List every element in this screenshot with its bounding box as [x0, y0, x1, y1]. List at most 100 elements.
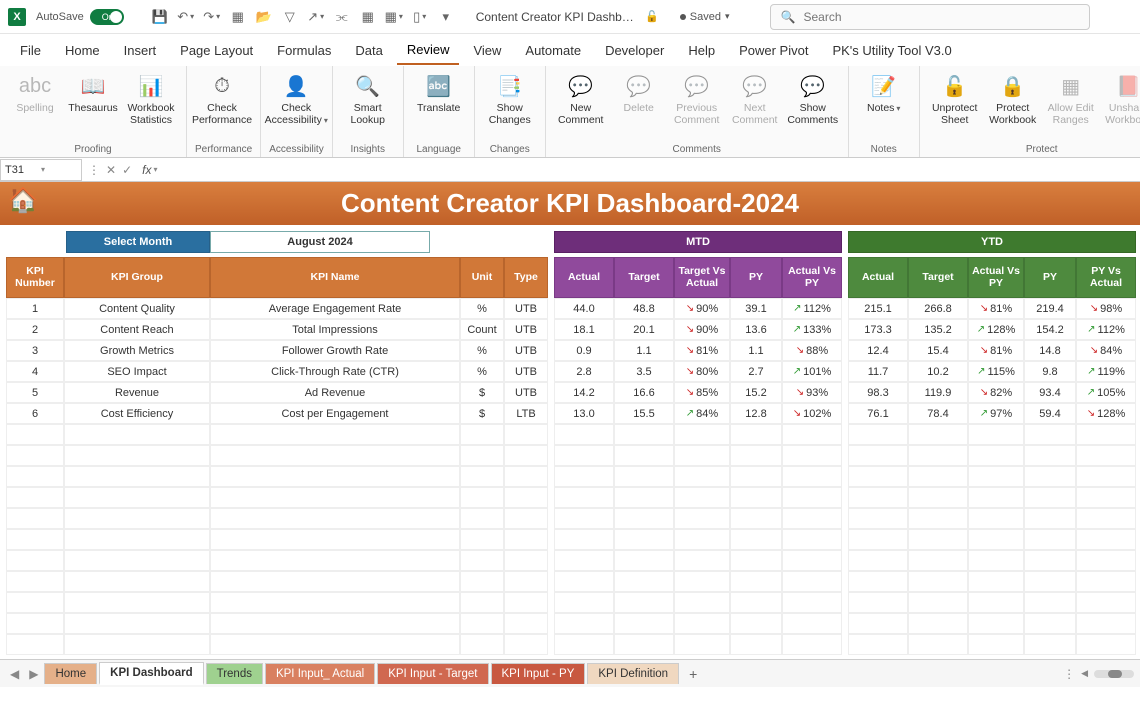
empty-cell[interactable] [460, 508, 504, 529]
empty-cell[interactable] [848, 466, 908, 487]
cell-mtd-target[interactable]: 48.8 [614, 298, 674, 319]
sheet-input-target[interactable]: KPI Input - Target [377, 663, 488, 684]
empty-cell[interactable] [64, 487, 210, 508]
cell-kpi-name[interactable]: Cost per Engagement [210, 403, 460, 424]
empty-cell[interactable] [968, 613, 1024, 634]
empty-cell[interactable] [614, 529, 674, 550]
empty-cell[interactable] [460, 445, 504, 466]
cell-mtd-py[interactable]: 1.1 [730, 340, 782, 361]
empty-cell[interactable] [782, 508, 842, 529]
cell-ytd-target[interactable]: 15.4 [908, 340, 968, 361]
sheet-input-actual[interactable]: KPI Input_ Actual [265, 663, 375, 684]
cell-ytd-tva[interactable]: ↘81% [968, 298, 1024, 319]
empty-cell[interactable] [460, 529, 504, 550]
share-icon[interactable]: ↗ [308, 9, 324, 25]
empty-cell[interactable] [674, 550, 730, 571]
tab-help[interactable]: Help [678, 37, 725, 64]
cell-mtd-actual[interactable]: 44.0 [554, 298, 614, 319]
cell-mtd-tva[interactable]: ↘80% [674, 361, 730, 382]
empty-cell[interactable] [614, 592, 674, 613]
cell-ytd-actual[interactable]: 173.3 [848, 319, 908, 340]
empty-cell[interactable] [908, 634, 968, 655]
empty-cell[interactable] [674, 424, 730, 445]
empty-cell[interactable] [554, 508, 614, 529]
dropdown-icon[interactable]: ⋮ [88, 163, 100, 177]
tab-page-layout[interactable]: Page Layout [170, 37, 263, 64]
cell-mtd-avpy[interactable]: ↗112% [782, 298, 842, 319]
cell-ytd-actual[interactable]: 215.1 [848, 298, 908, 319]
search-input[interactable] [803, 10, 1078, 24]
tab-insert[interactable]: Insert [114, 37, 167, 64]
empty-cell[interactable] [1076, 550, 1136, 571]
privacy-icon[interactable]: 🔓 [644, 9, 660, 25]
empty-cell[interactable] [614, 613, 674, 634]
tab-data[interactable]: Data [345, 37, 392, 64]
empty-cell[interactable] [1024, 550, 1076, 571]
empty-cell[interactable] [460, 571, 504, 592]
show-comments-button[interactable]: 💬Show Comments [786, 70, 840, 128]
empty-cell[interactable] [6, 634, 64, 655]
sheet-options-icon[interactable]: ⋮ [1063, 667, 1075, 681]
cell-ytd-target[interactable]: 266.8 [908, 298, 968, 319]
sheet-nav-prev[interactable]: ◀ [6, 667, 23, 681]
empty-cell[interactable] [1076, 571, 1136, 592]
cell-kpi-name[interactable]: Average Engagement Rate [210, 298, 460, 319]
empty-cell[interactable] [782, 466, 842, 487]
cell-type[interactable]: UTB [504, 361, 548, 382]
add-sheet-button[interactable]: + [681, 662, 705, 686]
empty-cell[interactable] [6, 487, 64, 508]
empty-cell[interactable] [460, 424, 504, 445]
empty-cell[interactable] [1024, 571, 1076, 592]
name-box[interactable]: T31▾ [0, 159, 82, 181]
border-icon[interactable]: ▦ [360, 9, 376, 25]
empty-cell[interactable] [968, 445, 1024, 466]
empty-cell[interactable] [504, 487, 548, 508]
empty-cell[interactable] [968, 529, 1024, 550]
empty-cell[interactable] [460, 592, 504, 613]
empty-cell[interactable] [782, 592, 842, 613]
cell-ytd-avpy[interactable]: ↗105% [1076, 382, 1136, 403]
card-icon[interactable]: ▯ [412, 9, 428, 25]
empty-cell[interactable] [908, 571, 968, 592]
empty-cell[interactable] [460, 466, 504, 487]
empty-cell[interactable] [6, 424, 64, 445]
empty-cell[interactable] [554, 487, 614, 508]
empty-cell[interactable] [64, 466, 210, 487]
empty-cell[interactable] [6, 550, 64, 571]
cell-kpi-name[interactable]: Total Impressions [210, 319, 460, 340]
empty-cell[interactable] [64, 445, 210, 466]
empty-cell[interactable] [968, 487, 1024, 508]
tab-utility[interactable]: PK's Utility Tool V3.0 [822, 37, 961, 64]
tab-file[interactable]: File [10, 37, 51, 64]
cell-mtd-actual[interactable]: 18.1 [554, 319, 614, 340]
empty-cell[interactable] [1024, 424, 1076, 445]
cell-ytd-avpy[interactable]: ↘128% [1076, 403, 1136, 424]
sheet-kpi-def[interactable]: KPI Definition [587, 663, 679, 684]
empty-cell[interactable] [782, 529, 842, 550]
cell-ytd-target[interactable]: 135.2 [908, 319, 968, 340]
cell-ytd-target[interactable]: 78.4 [908, 403, 968, 424]
cell-kpi-group[interactable]: SEO Impact [64, 361, 210, 382]
cell-kpi-num[interactable]: 6 [6, 403, 64, 424]
check-accessibility-button[interactable]: 👤Check Accessibility [269, 70, 323, 128]
empty-cell[interactable] [64, 550, 210, 571]
sheet-nav-next[interactable]: ▶ [25, 667, 42, 681]
empty-cell[interactable] [554, 529, 614, 550]
search-box[interactable]: 🔍 [770, 4, 1090, 30]
cell-unit[interactable]: $ [460, 382, 504, 403]
empty-cell[interactable] [730, 424, 782, 445]
cell-kpi-group[interactable]: Content Reach [64, 319, 210, 340]
cell-type[interactable]: UTB [504, 319, 548, 340]
cell-type[interactable]: UTB [504, 382, 548, 403]
empty-cell[interactable] [968, 592, 1024, 613]
empty-cell[interactable] [504, 424, 548, 445]
empty-cell[interactable] [730, 445, 782, 466]
empty-cell[interactable] [614, 466, 674, 487]
cell-mtd-target[interactable]: 20.1 [614, 319, 674, 340]
empty-cell[interactable] [908, 466, 968, 487]
empty-cell[interactable] [1076, 634, 1136, 655]
h-scrollbar[interactable] [1094, 670, 1134, 678]
empty-cell[interactable] [968, 508, 1024, 529]
empty-cell[interactable] [674, 592, 730, 613]
empty-cell[interactable] [210, 613, 460, 634]
